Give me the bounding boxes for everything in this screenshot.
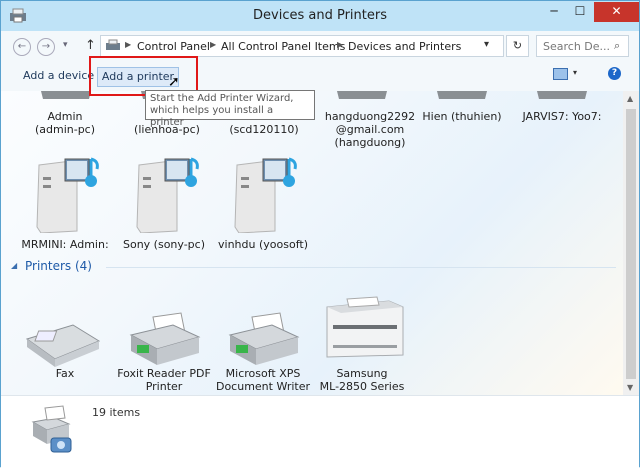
laser-printer-icon[interactable] [319, 295, 409, 359]
breadcrumb-all-items[interactable]: All Control Panel Items [221, 40, 345, 53]
details-pane: 19 items [1, 395, 639, 468]
search-box[interactable]: Search De... ⌕ [536, 35, 629, 57]
back-button[interactable]: ← [13, 38, 31, 56]
printer-icon[interactable] [222, 311, 302, 369]
printer-icon[interactable] [123, 311, 203, 369]
control-panel-icon [106, 39, 120, 50]
recent-locations-button[interactable]: ▾ [63, 40, 68, 50]
maximize-button[interactable]: ☐ [567, 2, 593, 22]
breadcrumb-control-panel[interactable]: Control Panel [137, 40, 210, 53]
breadcrumb-devices-printers[interactable]: Devices and Printers [348, 40, 461, 53]
breadcrumb-separator: ▶ [210, 40, 217, 49]
group-divider [106, 267, 616, 268]
search-input[interactable]: Search De... [543, 40, 610, 53]
device-label[interactable]: JARVIS7: Yoo7: [512, 110, 612, 123]
address-bar[interactable]: ▶ Control Panel ▶ All Control Panel Item… [100, 35, 504, 57]
refresh-button[interactable]: ↻ [506, 35, 529, 57]
devices-content-area: Admin (admin-pc) Ad (lienhoa-pc) (scd120… [1, 91, 623, 395]
devices-printers-large-icon [31, 405, 72, 453]
device-label[interactable]: (scd120110) [214, 123, 314, 136]
printers-group-header[interactable]: ◢ Printers (4) [11, 259, 616, 273]
device-label[interactable]: hangduong2292 @gmail.com (hangduong) [320, 110, 420, 149]
minimize-button[interactable]: ─ [541, 2, 567, 22]
computer-media-icon[interactable] [31, 151, 101, 233]
device-label[interactable]: MRMINI: Admin: [15, 238, 115, 251]
devices-and-printers-window: Devices and Printers ─ ☐ ✕ ← → ▾ ↑ ▶ Con… [0, 0, 640, 468]
up-button[interactable]: ↑ [85, 38, 96, 53]
item-count: 19 items [92, 406, 141, 419]
close-button[interactable]: ✕ [594, 2, 639, 22]
printer-label[interactable]: Fax [15, 367, 115, 380]
scrollbar-thumb[interactable] [626, 109, 636, 379]
vertical-scrollbar[interactable]: ▲ ▼ [623, 91, 639, 395]
add-device-button[interactable]: Add a device [23, 67, 94, 87]
breadcrumb-separator: ▶ [125, 40, 132, 49]
change-view-icon[interactable] [553, 68, 568, 80]
device-label[interactable]: vinhdu (yoosoft) [213, 238, 313, 251]
printer-label[interactable]: Foxit Reader PDF Printer [114, 367, 214, 393]
mouse-cursor-icon: ➚ [168, 74, 180, 90]
printer-label[interactable]: Samsung ML-2850 Series (Copy 1) [312, 367, 412, 395]
search-icon[interactable]: ⌕ [614, 39, 620, 53]
printers-group-title[interactable]: Printers (4) [25, 259, 92, 273]
scroll-down-icon[interactable]: ▼ [627, 383, 633, 392]
collapse-group-icon[interactable]: ◢ [11, 261, 17, 270]
device-label[interactable]: Sony (sony-pc) [114, 238, 214, 251]
view-dropdown-icon[interactable]: ▾ [573, 68, 577, 77]
device-label[interactable]: Hien (thuhien) [412, 110, 512, 123]
computer-media-icon[interactable] [229, 151, 299, 233]
device-label[interactable]: Admin (admin-pc) [15, 110, 115, 136]
scroll-up-icon[interactable]: ▲ [627, 94, 633, 103]
title-bar[interactable]: Devices and Printers ─ ☐ ✕ [1, 1, 639, 31]
forward-button[interactable]: → [37, 38, 55, 56]
add-printer-tooltip: Start the Add Printer Wizard, which help… [145, 90, 315, 128]
breadcrumb-separator: ▶ [337, 40, 344, 49]
printer-label[interactable]: Microsoft XPS Document Writer [213, 367, 313, 393]
address-dropdown-icon[interactable]: ▾ [484, 39, 489, 50]
fax-icon[interactable] [23, 319, 103, 369]
help-icon[interactable]: ? [608, 67, 621, 80]
computer-media-icon[interactable] [131, 151, 201, 233]
